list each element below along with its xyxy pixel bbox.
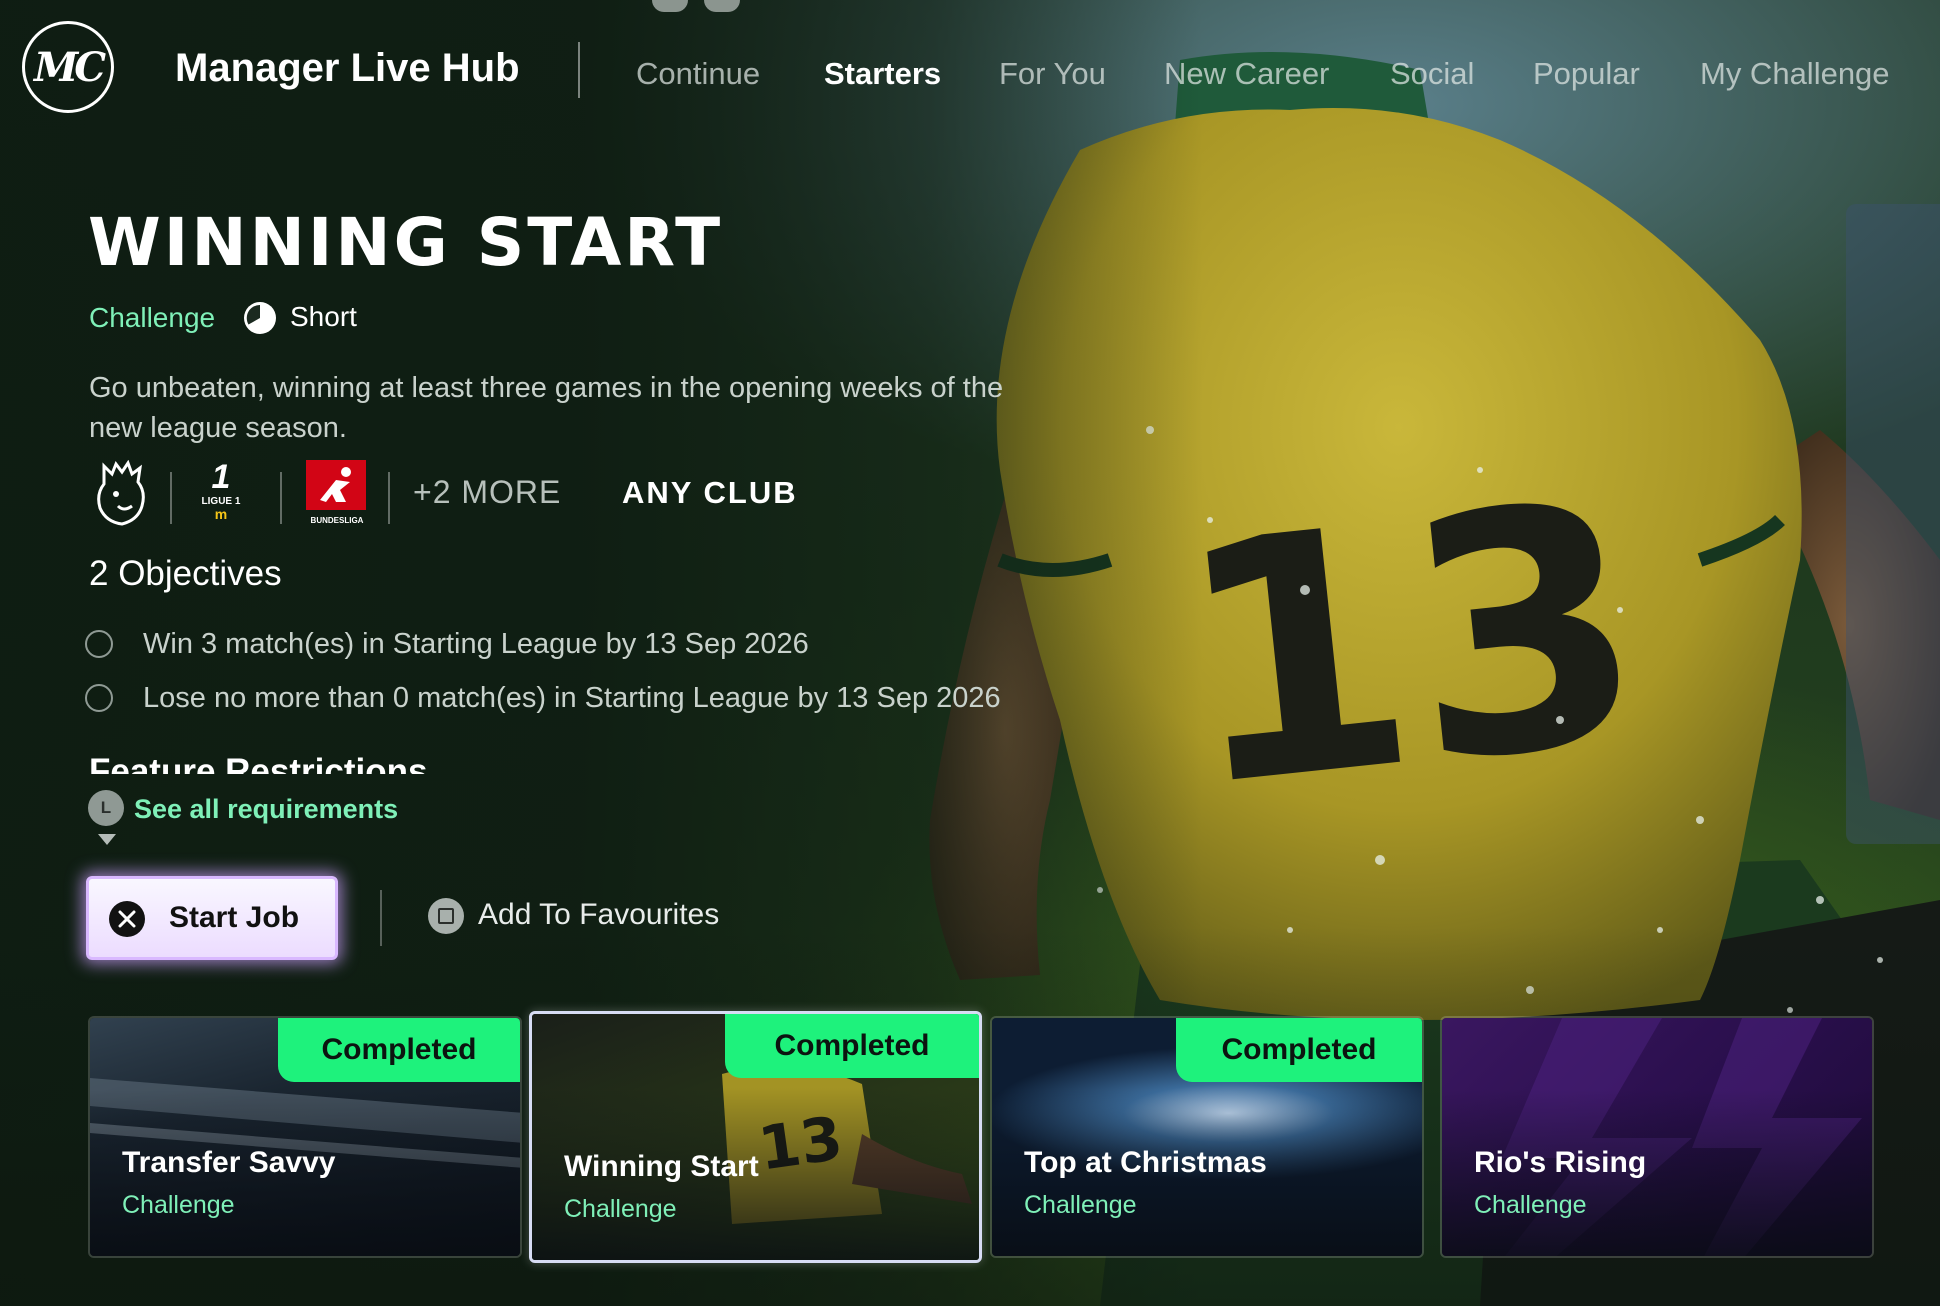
job-card[interactable]: Completed Top at Christmas Challenge (990, 1016, 1424, 1258)
objectives-heading: 2 Objectives (89, 554, 282, 593)
job-length: Short (290, 301, 357, 332)
card-type: Challenge (564, 1195, 677, 1223)
ligue1-logo: 1 LIGUE 1 m (201, 458, 241, 522)
cross-button-icon (109, 901, 145, 937)
more-leagues: +2 MORE (413, 474, 562, 510)
card-title: Transfer Savvy (122, 1146, 336, 1179)
premier-league-lion-icon (97, 460, 145, 526)
tab-continue[interactable]: Continue (636, 56, 760, 92)
tab-social[interactable]: Social (1390, 56, 1474, 92)
tab-for-you[interactable]: For You (999, 56, 1106, 92)
square-button-icon (428, 898, 464, 934)
job-description: Go unbeaten, winning at least three game… (89, 372, 1004, 444)
card-title: Rio's Rising (1474, 1146, 1647, 1179)
card-title: Winning Start (564, 1150, 759, 1183)
tab-popular[interactable]: Popular (1533, 56, 1640, 92)
card-title: Top at Christmas (1024, 1146, 1267, 1179)
completed-badge: Completed (725, 1014, 979, 1078)
tab-my-challenge[interactable]: My Challenge (1700, 56, 1890, 92)
feature-restrictions-heading: Feature Restrictions (89, 752, 428, 774)
start-job-button[interactable]: Start Job (86, 876, 338, 960)
job-card-selected[interactable]: 13 Completed Winning Start Challenge (529, 1011, 982, 1263)
objective-status-icon (85, 630, 113, 658)
card-type: Challenge (122, 1191, 235, 1219)
objective-status-icon (85, 684, 113, 712)
club-requirement: ANY CLUB (622, 475, 798, 510)
job-title: WINNING START (88, 204, 724, 281)
job-card[interactable]: Completed Transfer Savvy Challenge (88, 1016, 522, 1258)
hub-title: Manager Live Hub (175, 46, 520, 90)
bundesliga-logo: BUNDESLIGA (306, 460, 368, 525)
completed-badge: Completed (1176, 1018, 1422, 1082)
see-all-label: See all requirements (134, 794, 399, 824)
completed-badge: Completed (278, 1018, 520, 1082)
tab-starters[interactable]: Starters (824, 56, 941, 92)
header-divider (578, 42, 580, 98)
card-type: Challenge (1024, 1191, 1137, 1219)
job-card[interactable]: Rio's Rising Challenge (1440, 1016, 1874, 1258)
clock-icon (244, 302, 276, 334)
l-button-icon: L (88, 790, 124, 826)
job-type: Challenge (89, 302, 216, 333)
card-type: Challenge (1474, 1191, 1587, 1219)
chevron-down-icon (98, 834, 116, 845)
mc-logo: MC (22, 21, 114, 113)
next-item-peek (1846, 204, 1940, 844)
action-divider (380, 890, 382, 946)
tab-new-career[interactable]: New Career (1164, 56, 1329, 92)
